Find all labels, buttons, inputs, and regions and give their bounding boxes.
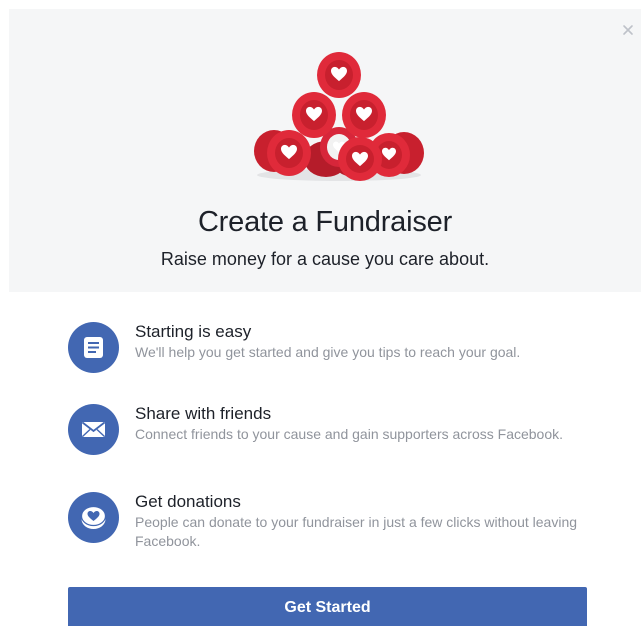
hero-section: Create a Fundraiser Raise money for a ca… [9,9,641,292]
document-icon [68,322,119,373]
close-icon[interactable] [621,23,635,37]
feature-description: People can donate to your fundraiser in … [135,514,578,549]
feature-starting-easy: Starting is easy We'll help you get star… [68,322,608,392]
fundraiser-dialog: Create a Fundraiser Raise money for a ca… [0,0,641,626]
get-started-button[interactable]: Get Started [68,587,587,626]
envelope-icon [68,404,119,455]
feature-get-donations: Get donations People can donate to your … [68,492,608,562]
feature-share-friends: Share with friends Connect friends to yo… [68,404,608,474]
feature-title: Starting is easy [135,322,252,341]
dialog-title: Create a Fundraiser [197,206,453,238]
feature-description: Connect friends to your cause and gain s… [135,426,564,442]
feature-description: We'll help you get started and give you … [135,344,521,360]
hearts-pyramid-icon [244,47,434,187]
feature-title: Share with friends [135,404,272,423]
heart-coin-icon [68,492,119,543]
feature-title: Get donations [135,492,241,511]
dialog-subtitle: Raise money for a cause you care about. [160,249,490,269]
